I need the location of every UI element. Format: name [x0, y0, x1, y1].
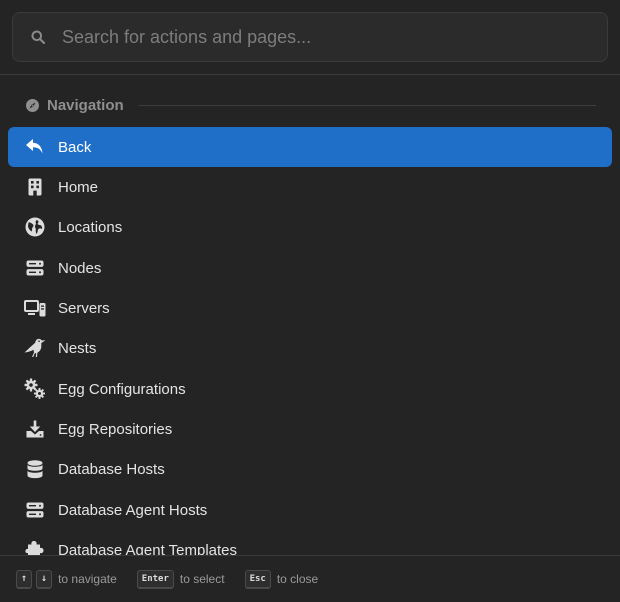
crow-icon	[24, 337, 46, 359]
divider	[0, 74, 620, 75]
compass-icon	[26, 98, 39, 112]
database-icon	[24, 458, 46, 480]
nav-item-database-agent-hosts[interactable]: Database Agent Hosts	[8, 490, 612, 530]
close-hint: to close	[276, 572, 319, 586]
nav-item-home[interactable]: Home	[8, 167, 612, 207]
up-key: ↑	[16, 569, 33, 589]
select-hint: to select	[179, 572, 225, 586]
nav-item-back[interactable]: Back	[8, 127, 612, 167]
nav-item-label: Servers	[58, 299, 110, 317]
nav-item-label: Database Agent Templates	[58, 541, 238, 556]
nav-item-label: Database Agent Hosts	[58, 501, 208, 519]
footer-hints: ↑ ↓ to navigate Enter to select Esc to c…	[0, 555, 620, 602]
server-rack-icon	[24, 257, 46, 279]
down-key: ↓	[36, 569, 53, 589]
nav-item-egg-configurations[interactable]: Egg Configurations	[8, 369, 612, 409]
nav-item-label: Nodes	[58, 259, 102, 277]
nav-item-label: Back	[58, 138, 92, 156]
nav-item-nodes[interactable]: Nodes	[8, 248, 612, 288]
nav-item-label: Egg Repositories	[58, 420, 173, 438]
computer-icon	[24, 297, 46, 319]
nav-item-label: Database Hosts	[58, 460, 165, 478]
section-header: Navigation	[26, 95, 596, 115]
nav-item-locations[interactable]: Locations	[8, 207, 612, 247]
download-icon	[24, 418, 46, 440]
back-arrow-icon	[24, 136, 46, 158]
globe-icon	[24, 216, 46, 238]
puzzle-icon	[24, 539, 46, 555]
nav-item-label: Egg Configurations	[58, 380, 186, 398]
server-rack-icon	[24, 499, 46, 521]
nav-item-servers[interactable]: Servers	[8, 288, 612, 328]
building-icon	[24, 176, 46, 198]
section-divider	[137, 104, 596, 106]
search-box[interactable]	[12, 12, 608, 62]
esc-key: Esc	[244, 569, 271, 589]
enter-key: Enter	[136, 569, 174, 589]
navigate-hint: to navigate	[58, 572, 117, 586]
nav-item-nests[interactable]: Nests	[8, 328, 612, 368]
nav-item-label: Home	[58, 178, 99, 196]
results-list: Back Home Locations Nodes Servers Nests …	[0, 126, 620, 555]
section-title: Navigation	[47, 96, 124, 114]
nav-item-egg-repositories[interactable]: Egg Repositories	[8, 409, 612, 449]
nav-item-database-agent-templates[interactable]: Database Agent Templates	[8, 530, 612, 555]
nav-item-label: Locations	[58, 218, 123, 236]
nav-item-database-hosts[interactable]: Database Hosts	[8, 449, 612, 489]
search-input[interactable]	[62, 13, 607, 61]
command-palette: Navigation Back Ho	[0, 0, 620, 602]
search-icon	[30, 29, 46, 45]
gears-icon	[24, 378, 46, 400]
nav-item-label: Nests	[58, 339, 97, 357]
